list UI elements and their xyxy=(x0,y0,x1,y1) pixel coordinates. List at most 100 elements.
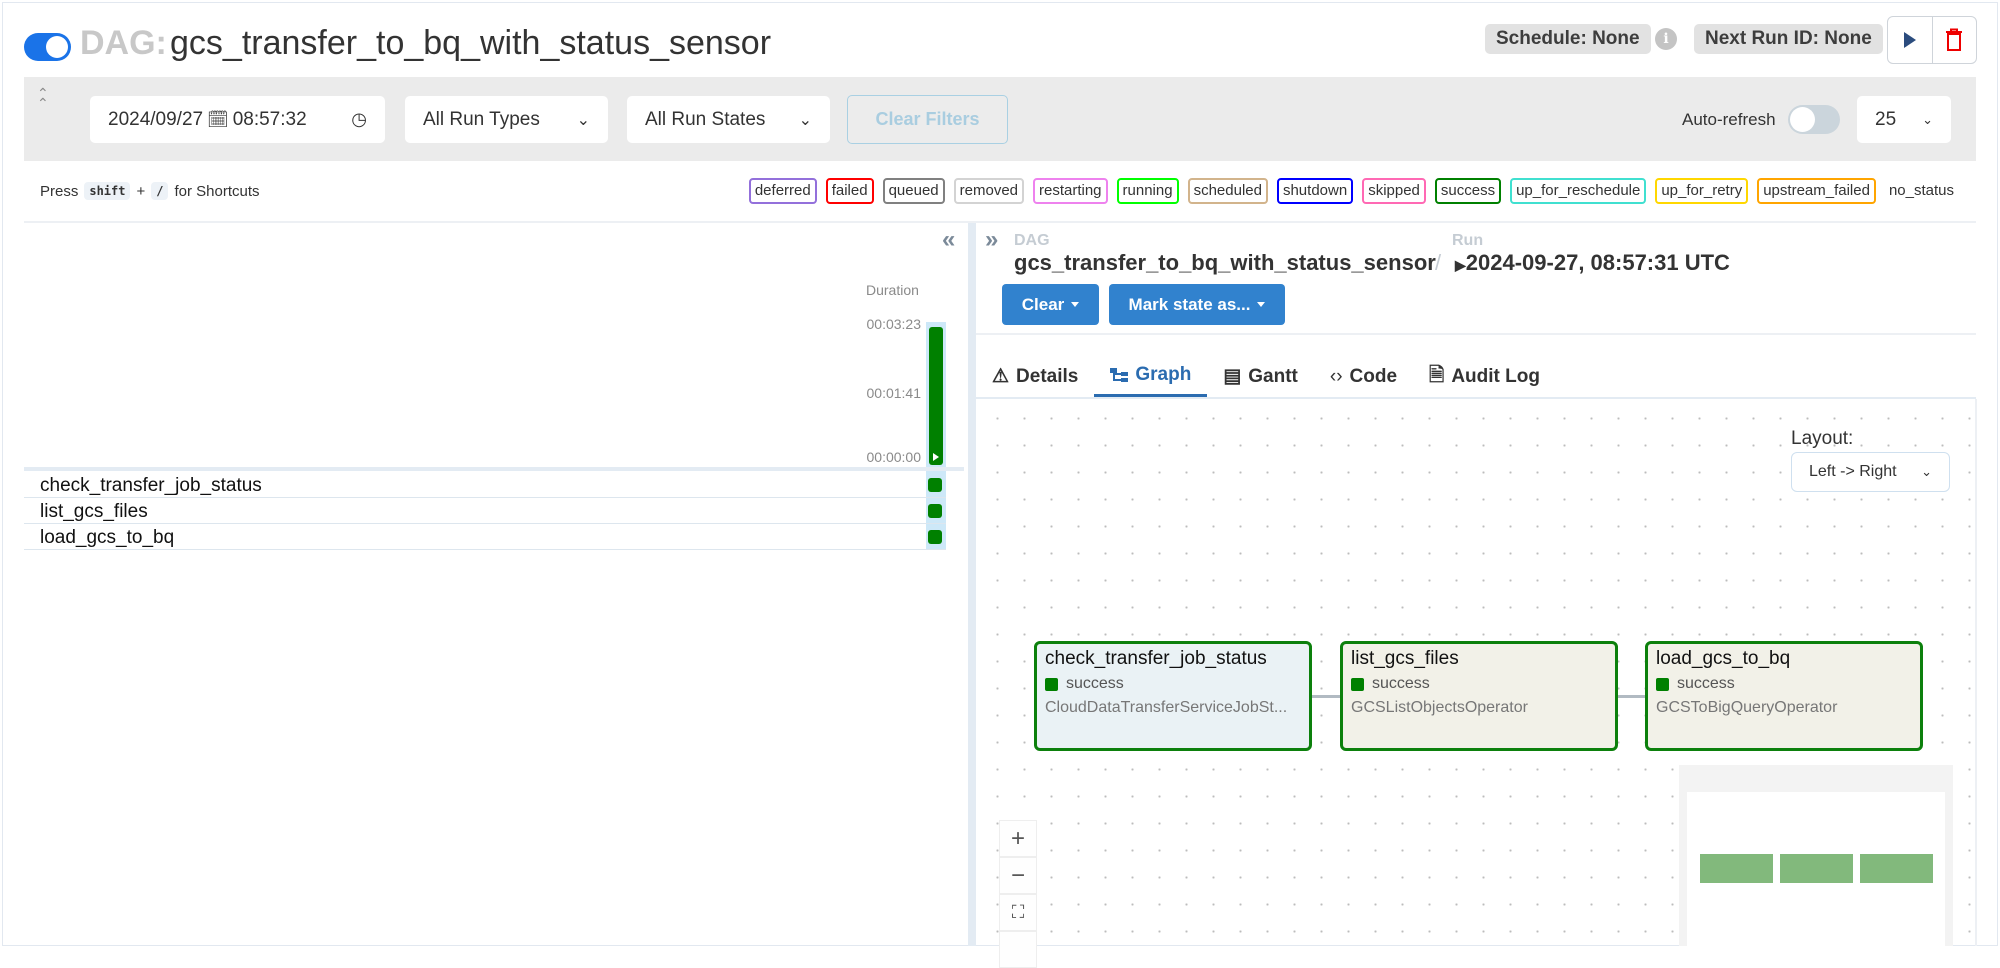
legend-item-up-for-reschedule[interactable]: up_for_reschedule xyxy=(1510,178,1647,204)
legend-item-skipped[interactable]: skipped xyxy=(1362,178,1426,204)
graph-edge xyxy=(1616,695,1646,698)
collapse-filters-icon[interactable]: ⌃ ⌃ xyxy=(37,86,49,110)
breadcrumb-dag-label: DAG xyxy=(1014,232,1050,249)
task-instance-cell[interactable] xyxy=(928,478,942,492)
shortcuts-press: Press xyxy=(40,182,79,200)
panel-resizer[interactable] xyxy=(968,223,976,946)
tab-gantt[interactable]: ▤ Gantt xyxy=(1207,356,1314,397)
node-task-name: load_gcs_to_bq xyxy=(1656,648,1791,669)
clear-button[interactable]: Clear xyxy=(1002,284,1099,325)
legend-item-up-for-retry[interactable]: up_for_retry xyxy=(1655,178,1749,204)
play-icon xyxy=(1903,32,1916,48)
info-icon[interactable]: i xyxy=(1655,28,1677,50)
graph-node[interactable]: list_gcs_files success GCSListObjectsOpe… xyxy=(1340,641,1618,751)
auto-refresh-toggle[interactable] xyxy=(1788,105,1840,134)
date-filter-input[interactable]: 2024/09/27 🗓︎ 08:57:32 ◷ xyxy=(90,96,385,143)
task-row[interactable]: load_gcs_to_bq xyxy=(24,524,946,550)
breadcrumb-separator: / xyxy=(1435,250,1442,275)
graph-node[interactable]: check_transfer_job_status success CloudD… xyxy=(1034,641,1312,751)
divider xyxy=(24,221,1976,223)
graph-icon xyxy=(1110,368,1129,382)
task-instance-cell[interactable] xyxy=(928,504,942,518)
state-legend: deferred failed queued removed restarting run… xyxy=(748,178,1958,204)
chevron-down-icon: ⌄ xyxy=(1922,111,1933,127)
warning-icon: ⚠ xyxy=(992,366,1010,387)
legend-item-success[interactable]: success xyxy=(1434,178,1502,204)
clock-icon: ◷ xyxy=(351,109,367,129)
play-icon xyxy=(933,453,939,461)
run-id: 2024-09-27, 08:57:31 UTC xyxy=(1465,250,1730,275)
delete-dag-button[interactable] xyxy=(1933,17,1977,63)
kbd-slash: / xyxy=(151,182,169,200)
task-name[interactable]: check_transfer_job_status xyxy=(40,475,262,497)
tab-code[interactable]: ‹› Code xyxy=(1314,356,1413,397)
code-icon: ‹› xyxy=(1329,365,1343,387)
next-run-badge: Next Run ID: None xyxy=(1694,24,1883,54)
chevron-down-icon: ⌄ xyxy=(798,111,812,129)
legend-item-failed[interactable]: failed xyxy=(825,178,874,204)
run-types-value: All Run Types xyxy=(423,108,540,130)
lock-button[interactable] xyxy=(999,931,1037,968)
expand-details-icon[interactable]: » xyxy=(985,226,998,254)
breadcrumb-run[interactable]: ▶2024-09-27, 08:57:31 UTC xyxy=(1455,250,1730,276)
time-value: 08:57:32 xyxy=(232,108,307,130)
dag-pause-toggle[interactable] xyxy=(24,33,71,61)
node-task-name: list_gcs_files xyxy=(1351,648,1459,669)
task-name[interactable]: list_gcs_files xyxy=(40,501,148,523)
collapse-grid-icon[interactable]: « xyxy=(942,226,955,254)
page-size-select[interactable]: 25 ⌄ xyxy=(1857,96,1951,143)
node-operator: GCSListObjectsOperator xyxy=(1351,699,1528,716)
caret-down-icon xyxy=(1071,302,1080,307)
tab-audit-log[interactable]: 🗎 Audit Log xyxy=(1413,356,1556,397)
legend-item-deferred[interactable]: deferred xyxy=(748,178,817,204)
task-name[interactable]: load_gcs_to_bq xyxy=(40,527,174,549)
legend-item-removed[interactable]: removed xyxy=(953,178,1024,204)
tab-label: Gantt xyxy=(1248,365,1298,387)
task-row[interactable]: check_transfer_job_status xyxy=(24,472,946,498)
layout-label: Layout: xyxy=(1791,428,1854,449)
legend-item-running[interactable]: running xyxy=(1116,178,1179,204)
legend-item-queued[interactable]: queued xyxy=(882,178,945,204)
toggle-knob xyxy=(1790,107,1815,132)
dag-run-bar[interactable] xyxy=(929,327,943,465)
run-states-value: All Run States xyxy=(645,108,766,130)
shortcuts-plus: + xyxy=(136,182,146,200)
zoom-in-button[interactable]: + xyxy=(999,820,1037,857)
node-state: success xyxy=(1372,675,1430,692)
clear-label: Clear xyxy=(1021,294,1065,314)
clear-filters-button[interactable]: Clear Filters xyxy=(847,95,1008,144)
legend-item-upstream-failed[interactable]: upstream_failed xyxy=(1757,178,1876,204)
layout-select[interactable]: Left -> Right ⌄ xyxy=(1791,452,1950,492)
legend-item-shutdown[interactable]: shutdown xyxy=(1276,178,1354,204)
breadcrumb-dag[interactable]: gcs_transfer_to_bq_with_status_sensor xyxy=(1014,250,1436,276)
mark-state-label: Mark state as... xyxy=(1128,294,1251,314)
node-state: success xyxy=(1677,675,1735,692)
run-types-select[interactable]: All Run Types ⌄ xyxy=(405,96,608,143)
fit-view-button[interactable]: ⛶ xyxy=(999,894,1037,931)
node-state: success xyxy=(1066,675,1124,692)
status-square-icon xyxy=(1045,677,1058,691)
legend-item-restarting[interactable]: restarting xyxy=(1033,178,1108,204)
task-instance-cell[interactable] xyxy=(928,530,942,544)
graph-node[interactable]: load_gcs_to_bq success GCSToBigQueryOper… xyxy=(1645,641,1923,751)
document-icon: 🗎 xyxy=(1429,364,1445,386)
legend-item-no-status[interactable]: no_status xyxy=(1885,180,1958,202)
tab-details[interactable]: ⚠ Details xyxy=(976,356,1094,397)
legend-item-scheduled[interactable]: scheduled xyxy=(1187,178,1268,204)
graph-edge xyxy=(1311,695,1341,698)
task-row[interactable]: list_gcs_files xyxy=(24,498,946,524)
fit-view-icon: ⛶ xyxy=(1011,902,1025,922)
duration-tick: 00:00:00 xyxy=(866,449,922,465)
node-task-name: check_transfer_job_status xyxy=(1045,648,1267,669)
grid-separator xyxy=(24,467,964,471)
run-states-select[interactable]: All Run States ⌄ xyxy=(627,96,830,143)
calendar-icon: 🗓︎ xyxy=(207,109,229,129)
kbd-shift: shift xyxy=(84,182,131,200)
status-square-icon xyxy=(1656,677,1669,691)
tab-graph[interactable]: Graph xyxy=(1094,356,1208,397)
caret-down-icon xyxy=(1257,302,1266,307)
trigger-dag-button[interactable] xyxy=(1888,17,1933,63)
zoom-out-button[interactable]: − xyxy=(999,857,1037,894)
node-status: success xyxy=(1351,675,1607,693)
mark-state-button[interactable]: Mark state as... xyxy=(1109,284,1285,325)
